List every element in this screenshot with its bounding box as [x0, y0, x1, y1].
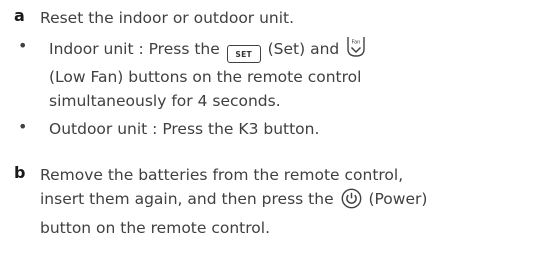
indoor-text-mid: (Set) and — [262, 40, 345, 58]
power-button-icon — [341, 188, 362, 216]
step-b-line-2: insert them again, and then press the (P… — [40, 187, 537, 216]
step-b-text: Remove the batteries from the remote con… — [40, 163, 537, 240]
bullet-indoor-text: Indoor unit : Press the SET (Set) and Fa… — [49, 36, 509, 113]
low-fan-button-icon: Fan — [346, 36, 366, 65]
bullet-dot: • — [18, 36, 28, 55]
bullet-indoor-line-1: Indoor unit : Press the SET (Set) and Fa… — [49, 36, 509, 65]
bullet-indoor-line-2: (Low Fan) buttons on the remote control — [49, 68, 362, 86]
fan-icon-label: Fan — [352, 40, 361, 46]
set-button-icon: SET — [226, 45, 261, 63]
bullet-outdoor-text: Outdoor unit : Press the K3 button. — [49, 120, 320, 138]
step-b-line-2-pre: insert them again, and then press the — [40, 190, 339, 208]
step-b-line-2-post: (Power) — [363, 190, 428, 208]
step-letter-b: b — [14, 163, 26, 182]
step-letter-a: a — [14, 6, 25, 25]
step-b-line-1: Remove the batteries from the remote con… — [40, 166, 404, 184]
step-a-text: Reset the indoor or outdoor unit. — [40, 9, 295, 27]
indoor-text-pre: Indoor unit : Press the — [49, 40, 225, 58]
step-b-line-3: button on the remote control. — [40, 219, 270, 237]
bullet-dot: • — [18, 117, 28, 136]
bullet-indoor-line-3: simultaneously for 4 seconds. — [49, 92, 281, 110]
